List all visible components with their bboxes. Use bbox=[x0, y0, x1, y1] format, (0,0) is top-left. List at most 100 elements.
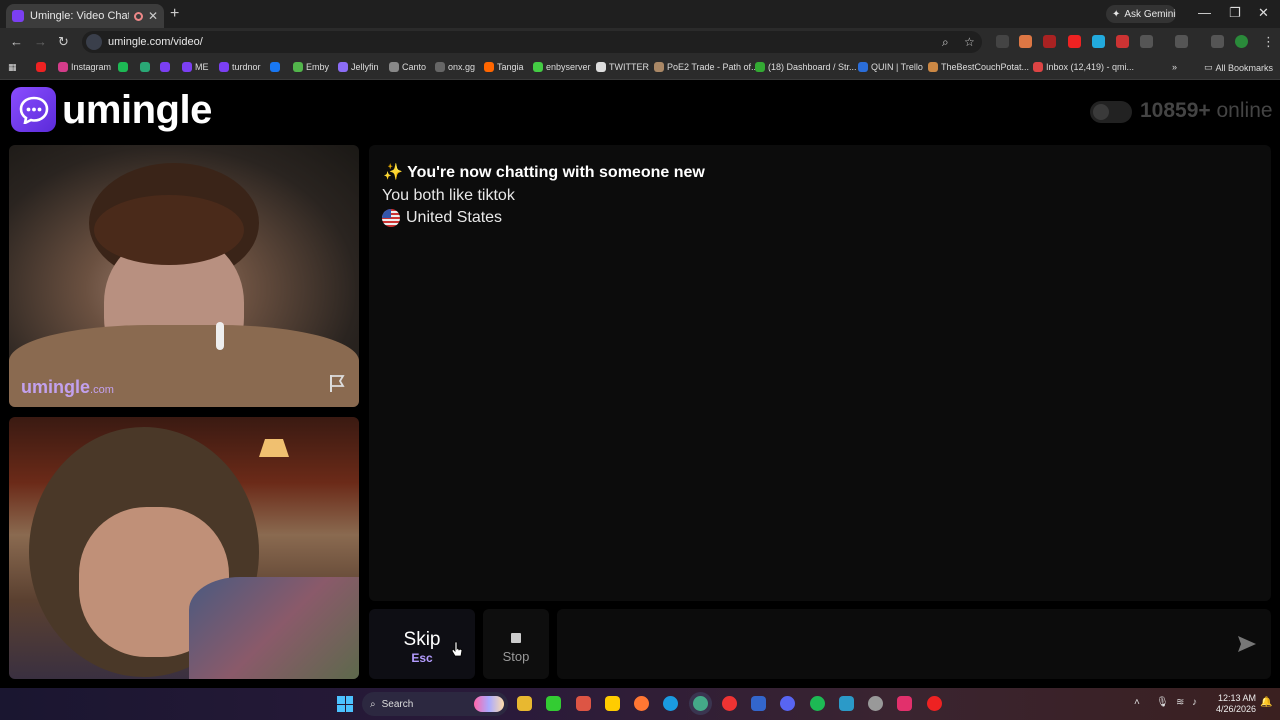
notepad-icon[interactable] bbox=[839, 696, 854, 711]
app-icon-2[interactable] bbox=[751, 696, 766, 711]
bookmark-item[interactable]: Jellyfin bbox=[338, 62, 379, 72]
message-input[interactable] bbox=[557, 609, 1217, 679]
bookmark-item[interactable]: TheBestCouchPotat... bbox=[928, 62, 1029, 72]
browser-tab[interactable]: Umingle: Video Chat with S ✕ bbox=[6, 4, 164, 28]
bookmark-item[interactable]: PoE2 Trade - Path of... bbox=[654, 62, 759, 72]
spotify-icon[interactable] bbox=[810, 696, 825, 711]
tab-title: Umingle: Video Chat with S bbox=[30, 10, 129, 22]
ask-gemini-button[interactable]: ✦ Ask Gemini bbox=[1106, 5, 1176, 23]
creative-cloud-icon[interactable] bbox=[927, 696, 942, 711]
ask-gemini-label: Ask Gemini bbox=[1124, 8, 1176, 20]
chrome-icon[interactable] bbox=[693, 696, 708, 711]
back-icon[interactable]: ← bbox=[10, 34, 23, 49]
bookmark-item[interactable] bbox=[270, 62, 283, 72]
profile-avatar[interactable] bbox=[1235, 35, 1248, 48]
bookmark-item[interactable] bbox=[118, 62, 131, 72]
file-explorer-icon[interactable] bbox=[517, 696, 532, 711]
bookmark-item[interactable]: enbyserver bbox=[533, 62, 591, 72]
bookmark-item[interactable] bbox=[36, 62, 49, 72]
bookmark-favicon-icon bbox=[928, 62, 938, 72]
bookmark-label: (18) Dashboard / Str... bbox=[768, 62, 857, 72]
bookmark-item[interactable]: turdnor bbox=[219, 62, 261, 72]
volume-icon[interactable]: ♪ bbox=[1192, 697, 1197, 708]
bookmark-item[interactable]: ME bbox=[182, 62, 209, 72]
media-player-icon[interactable] bbox=[546, 696, 561, 711]
bookmark-label: Inbox (12,419) - qmi... bbox=[1046, 62, 1135, 72]
reload-icon[interactable]: ↻ bbox=[58, 34, 69, 50]
bookmark-star-icon[interactable]: ☆ bbox=[964, 35, 975, 49]
app-icon[interactable] bbox=[576, 696, 591, 711]
new-tab-button[interactable]: + bbox=[170, 5, 179, 23]
bookmark-label: Canto bbox=[402, 62, 427, 72]
minimize-icon[interactable]: — bbox=[1198, 5, 1211, 20]
bookmark-favicon-icon bbox=[858, 62, 868, 72]
obs-icon[interactable] bbox=[868, 696, 883, 711]
send-icon[interactable] bbox=[1237, 635, 1257, 653]
bookmark-item[interactable]: Instagram bbox=[58, 62, 111, 72]
folder-icon: ▭ bbox=[1204, 62, 1213, 72]
bookmark-label: PoE2 Trade - Path of... bbox=[667, 62, 759, 72]
bookmark-favicon-icon bbox=[160, 62, 170, 72]
windows-taskbar: ⌕ Search ˄ 🎙 ≋ ♪ 12:13 AM 4/26/2026 🔔 bbox=[0, 688, 1280, 720]
taskbar-clock[interactable]: 12:13 AM 4/26/2026 bbox=[1208, 693, 1256, 715]
bookmark-item[interactable]: onx.gg bbox=[435, 62, 475, 72]
online-label: online bbox=[1210, 99, 1273, 122]
bookmark-label: enbyserver bbox=[546, 62, 591, 72]
us-flag-icon bbox=[382, 209, 400, 227]
report-flag-icon[interactable] bbox=[327, 373, 347, 393]
bookmark-favicon-icon bbox=[484, 62, 494, 72]
edge-icon[interactable] bbox=[663, 696, 678, 711]
chat-panel: ✨ You're now chatting with someone new Y… bbox=[369, 145, 1271, 601]
menu-kebab-icon[interactable]: ⋮ bbox=[1262, 34, 1275, 50]
site-info-icon[interactable] bbox=[86, 34, 102, 50]
extension-youtube-icon[interactable] bbox=[1068, 35, 1081, 48]
opera-icon[interactable] bbox=[722, 696, 737, 711]
cast-icon[interactable] bbox=[1175, 35, 1188, 48]
stop-button[interactable]: Stop bbox=[483, 609, 549, 679]
umingle-logo-text[interactable]: umingle bbox=[62, 88, 212, 133]
firefox-icon[interactable] bbox=[634, 696, 649, 711]
discord-icon[interactable] bbox=[780, 696, 795, 711]
extension-fox-icon[interactable] bbox=[1019, 35, 1032, 48]
more-bookmarks-icon[interactable]: » bbox=[1172, 62, 1177, 72]
extension-red-icon[interactable] bbox=[1043, 35, 1056, 48]
tray-overflow-icon[interactable]: ˄ bbox=[1134, 697, 1140, 708]
bookmark-item[interactable]: TWITTER bbox=[596, 62, 649, 72]
bookmark-item[interactable] bbox=[160, 62, 173, 72]
online-toggle[interactable] bbox=[1090, 101, 1132, 123]
bookmark-label: QUIN | Trello bbox=[871, 62, 923, 72]
taskbar-search[interactable]: ⌕ Search bbox=[362, 692, 508, 716]
extensions-puzzle-icon[interactable] bbox=[1140, 35, 1153, 48]
bookmark-favicon-icon bbox=[270, 62, 280, 72]
extension-tag-icon[interactable] bbox=[1116, 35, 1129, 48]
bookmark-item[interactable]: (18) Dashboard / Str... bbox=[755, 62, 857, 72]
extension-7tv-icon[interactable] bbox=[1092, 35, 1105, 48]
media-icon[interactable] bbox=[1211, 35, 1224, 48]
apps-grid-icon[interactable]: ▦ bbox=[8, 62, 17, 73]
bookmark-item[interactable]: Canto bbox=[389, 62, 426, 72]
microphone-icon[interactable]: 🎙 bbox=[1156, 697, 1169, 708]
sticky-notes-icon[interactable] bbox=[605, 696, 620, 711]
close-window-icon[interactable]: ✕ bbox=[1258, 5, 1269, 21]
zoom-icon[interactable]: ⌕ bbox=[942, 35, 949, 50]
clock-date: 4/26/2026 bbox=[1215, 704, 1256, 714]
windows-start-icon[interactable] bbox=[337, 696, 353, 712]
address-bar[interactable]: umingle.com/video/ ⌕ ☆ bbox=[82, 31, 982, 53]
wifi-icon[interactable]: ≋ bbox=[1176, 697, 1184, 708]
umingle-logo-icon[interactable] bbox=[11, 87, 56, 132]
bookmark-favicon-icon bbox=[755, 62, 765, 72]
bookmark-item[interactable]: Tangia bbox=[484, 62, 524, 72]
message-box bbox=[557, 609, 1271, 679]
tiktok-icon[interactable] bbox=[897, 696, 912, 711]
bookmark-item[interactable]: Inbox (12,419) - qmi... bbox=[1033, 62, 1134, 72]
forward-icon[interactable]: → bbox=[34, 34, 47, 49]
close-tab-icon[interactable]: ✕ bbox=[148, 9, 158, 23]
extension-k-icon[interactable] bbox=[996, 35, 1009, 48]
bookmark-item[interactable]: QUIN | Trello bbox=[858, 62, 923, 72]
maximize-icon[interactable]: ❐ bbox=[1229, 5, 1241, 21]
bookmark-item[interactable] bbox=[140, 62, 153, 72]
watermark-main: umingle bbox=[21, 377, 91, 397]
all-bookmarks-button[interactable]: ▭ All Bookmarks bbox=[1204, 62, 1273, 73]
notification-bell-icon[interactable]: 🔔 bbox=[1260, 697, 1272, 708]
bookmark-item[interactable]: Emby bbox=[293, 62, 329, 72]
